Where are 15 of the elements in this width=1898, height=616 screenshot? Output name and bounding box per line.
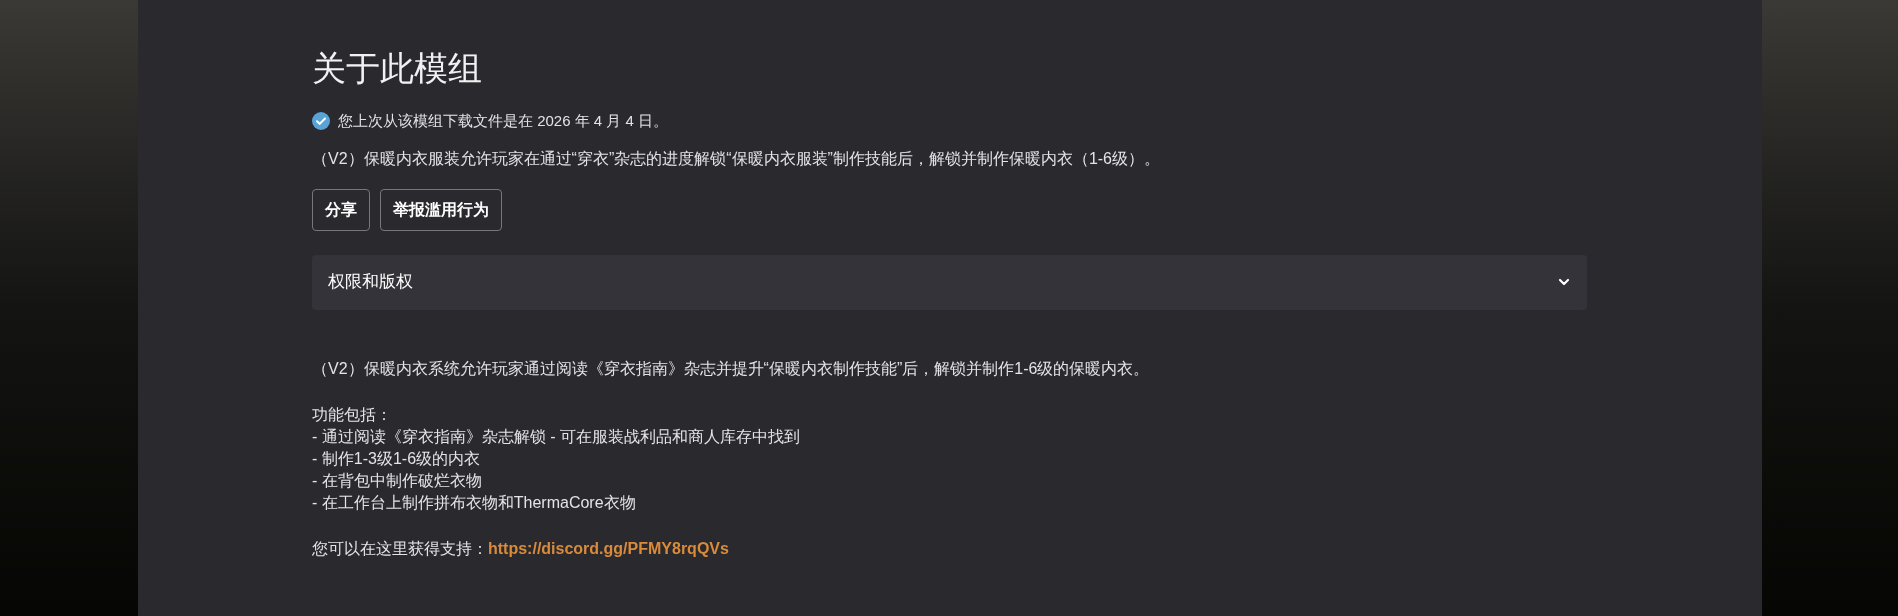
summary-text: （V2）保暖内衣服装允许玩家在通过“穿衣”杂志的进度解锁“保暖内衣服装”制作技能后，解锁并制作保暖内衣（1-6级）。 [312, 148, 1160, 169]
action-button[interactable]: 举报滥用行为 [380, 188, 502, 231]
support-link[interactable]: https://discord.gg/PFMY8rqQVs [488, 539, 729, 557]
feature-item: - 在背包中制作破烂衣物 [312, 470, 482, 491]
description-text: （V2）保暖内衣系统允许玩家通过阅读《穿衣指南》杂志并提升“保暖内衣制作技能”后，解锁并制作1-6级的保暖内衣。 [312, 358, 1150, 379]
feature-item: - 制作1-3级1-6级的内衣 [312, 448, 481, 469]
feature-item: - 在工作台上制作拼布衣物和ThermaCore衣物 [312, 492, 636, 513]
feature-item: - 通过阅读《穿衣指南》杂志解锁 - 可在服装战利品和商人库存中找到 [312, 426, 800, 447]
support-text: 您可以在这里获得支持： [312, 539, 488, 557]
section-title: 关于此模组 [312, 48, 482, 89]
download-notice: 您上次从该模组下载文件是在 2026 年 4 月 4 日。 [338, 111, 669, 131]
features-heading: 功能包括： [312, 404, 392, 425]
accordion-header[interactable]: 权限和版权 [312, 254, 1587, 310]
action-button[interactable]: 分享 [312, 188, 370, 231]
check-circle-icon [312, 112, 330, 131]
